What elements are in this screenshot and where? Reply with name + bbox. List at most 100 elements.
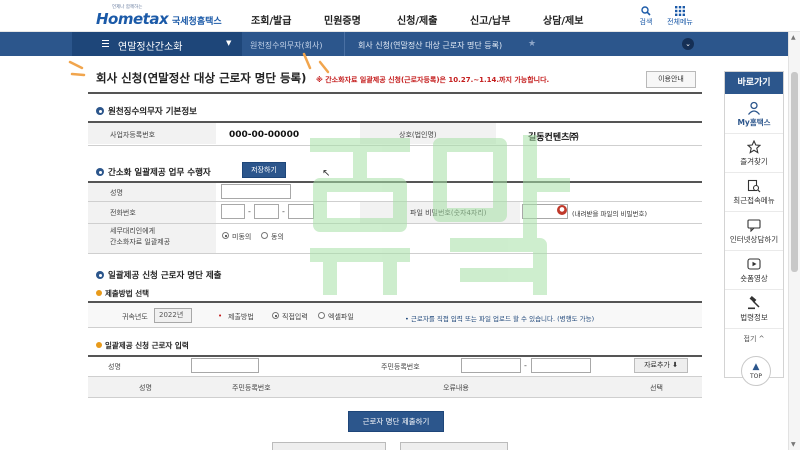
employee-rrn-front-input[interactable] <box>461 358 521 373</box>
subsection-employee-input-title: 일괄제공 신청 근로자 입력 <box>105 341 189 350</box>
breadcrumb-divider <box>344 32 345 56</box>
scroll-to-top-button[interactable]: ▲ TOP <box>741 356 771 386</box>
bottom-action-button-left[interactable] <box>272 442 386 450</box>
nav-item-application[interactable]: 신청/제출 <box>397 12 437 27</box>
quick-item-label: My홈택스 <box>737 118 771 127</box>
rrn-dash: - <box>524 361 527 370</box>
biz-no-label: 사업자등록번호 <box>110 131 156 139</box>
phone-dash: - <box>282 207 285 216</box>
section-bullet-icon <box>96 168 104 176</box>
add-employee-button[interactable]: 자료추가 ⬇ <box>634 358 688 373</box>
person-icon <box>747 101 761 115</box>
favorite-star-icon[interactable]: ★ <box>528 39 536 49</box>
quick-item-label: 최근접속메뉴 <box>733 196 775 205</box>
scrollbar-thumb[interactable] <box>791 72 798 272</box>
quick-item-my-hometax[interactable]: My홈택스 <box>725 96 783 134</box>
handler-name-input[interactable] <box>221 184 291 199</box>
biz-no-value: 000-00-00000 <box>229 130 300 140</box>
subsection-method: 제출방법 선택 <box>96 288 149 299</box>
phone-part3-input[interactable] <box>288 204 314 219</box>
section-submission: 일괄제공 신청 근로자 명단 제출 <box>96 269 222 281</box>
employee-name-input[interactable] <box>191 358 259 373</box>
consent-disagree-label: 미동의 <box>232 233 252 241</box>
consent-agree-radio[interactable] <box>261 232 268 239</box>
usage-guide-button[interactable]: 이용안내 <box>646 71 696 88</box>
quick-item-recent[interactable]: 최근접속메뉴 <box>725 174 783 212</box>
subsection-bullet-icon <box>96 342 102 348</box>
table-top-border <box>88 355 702 357</box>
nav-item-filing[interactable]: 신고/납부 <box>470 12 510 27</box>
bottom-action-button-right[interactable] <box>400 442 508 450</box>
quick-item-label: 인터넷상담하기 <box>729 235 779 244</box>
phone-dash: - <box>248 207 251 216</box>
subsection-method-title: 제출방법 선택 <box>105 289 150 298</box>
caret-down-icon: ▼ <box>226 39 232 47</box>
method-excel-radio[interactable] <box>318 312 325 319</box>
table-bottom-border <box>88 145 702 146</box>
mouse-cursor-icon: ↖ <box>322 168 331 179</box>
table-bottom-border <box>88 253 702 254</box>
all-menu-label: 전체메뉴 <box>667 18 693 26</box>
table-header-name: 성명 <box>139 384 152 392</box>
breadcrumb-menu-label: 연말정산간소화 <box>118 42 183 53</box>
table-header-select: 선택 <box>650 384 663 392</box>
breadcrumb-menu-dropdown[interactable]: 연말정산간소화 ▼ <box>72 32 242 56</box>
method-note: • 근로자를 직접 입력 또는 파일 업로드 할 수 있습니다. (병행도 가능… <box>405 315 595 323</box>
file-password-label: 파일 비밀번호(숫자4자리) <box>410 209 487 217</box>
year-select[interactable]: 2022년 <box>154 308 192 323</box>
page-title: 회사 신청(연말정산 대상 근로자 명단 등록) <box>96 71 307 85</box>
consent-disagree-radio[interactable] <box>222 232 229 239</box>
deadline-notice: ※ 간소화자료 일괄제공 신청(근로자등록)은 10.27.~1.14.까지 가… <box>316 76 550 84</box>
chevron-down-icon[interactable]: ⌄ <box>682 38 694 50</box>
section-company-info-title: 원천징수의무자 기본정보 <box>108 107 197 117</box>
breadcrumb-item-current[interactable]: 회사 신청(연말정산 대상 근로자 명단 등록) <box>358 40 502 51</box>
phone-part2-input[interactable] <box>254 204 279 219</box>
quick-links-title: 바로가기 <box>725 72 783 94</box>
breadcrumb-item-withholder[interactable]: 원천징수의무자(회사) <box>250 40 322 51</box>
quick-links-panel: 바로가기 My홈택스 즐겨찾기 최근접속메뉴 인터넷상담하기 숏폼영상 법령정보… <box>724 71 784 378</box>
employee-rrn-back-input[interactable] <box>531 358 591 373</box>
table-bottom-border <box>88 397 702 398</box>
quick-item-law[interactable]: 법령정보 <box>725 291 783 329</box>
logo-wordmark: Hometax <box>96 10 169 28</box>
all-menu-button[interactable]: 전체메뉴 <box>662 6 698 27</box>
nav-item-certificate[interactable]: 민원증명 <box>324 12 361 27</box>
page-scrollbar[interactable]: ▲ ▼ <box>788 32 800 450</box>
section-bullet-icon <box>96 271 104 279</box>
quick-item-shortform[interactable]: 숏폼영상 <box>725 252 783 290</box>
nav-item-inquiry[interactable]: 조회/발급 <box>251 12 291 27</box>
section-handler: 간소화 일괄제공 업무 수행자 <box>96 166 211 178</box>
hamburger-icon <box>102 40 109 47</box>
caret-up-icon: ▲ <box>752 362 760 372</box>
scroll-up-arrow-icon[interactable]: ▲ <box>791 34 796 41</box>
site-header: 언제나 함께하는 Hometax 국세청홈택스 조회/발급 민원증명 신청/제출… <box>0 0 800 32</box>
handler-phone-label: 전화번호 <box>110 209 136 217</box>
quick-item-consult[interactable]: 인터넷상담하기 <box>725 213 783 251</box>
method-label: 제출방법 <box>228 313 254 321</box>
table-header-rrn: 주민등록번호 <box>232 384 271 392</box>
save-handler-button[interactable]: 저장하기 <box>242 162 286 178</box>
quick-item-favorites[interactable]: 즐겨찾기 <box>725 135 783 173</box>
file-password-input[interactable] <box>522 204 568 219</box>
breadcrumb: 연말정산간소화 ▼ 원천징수의무자(회사) 회사 신청(연말정산 대상 근로자 … <box>0 32 800 56</box>
section-handler-title: 간소화 일괄제공 업무 수행자 <box>108 168 211 178</box>
quick-item-label: 법령정보 <box>740 313 768 322</box>
play-icon <box>747 258 761 270</box>
method-excel-label: 엑셀파일 <box>328 313 354 321</box>
handler-name-label: 성명 <box>110 189 123 197</box>
search-button[interactable]: 검색 <box>628 6 664 27</box>
employee-table-header-bg <box>88 377 702 397</box>
nav-item-consult[interactable]: 상담/제보 <box>543 12 583 27</box>
method-direct-radio[interactable] <box>272 312 279 319</box>
method-direct-label: 직접입력 <box>282 313 308 321</box>
phone-part1-input[interactable] <box>221 204 245 219</box>
quick-panel-collapse-button[interactable]: 접기 ^ <box>725 334 783 344</box>
scroll-down-arrow-icon[interactable]: ▼ <box>791 441 796 448</box>
recent-search-icon <box>747 179 761 193</box>
submit-employee-list-button[interactable]: 근로자 명단 제출하기 <box>348 411 444 432</box>
company-name-value: 길동컨텐츠㈜ <box>528 133 579 143</box>
top-label: TOP <box>749 373 762 380</box>
search-icon <box>628 6 664 17</box>
search-label: 검색 <box>639 18 653 26</box>
company-name-label: 상호(법인명) <box>399 131 437 139</box>
